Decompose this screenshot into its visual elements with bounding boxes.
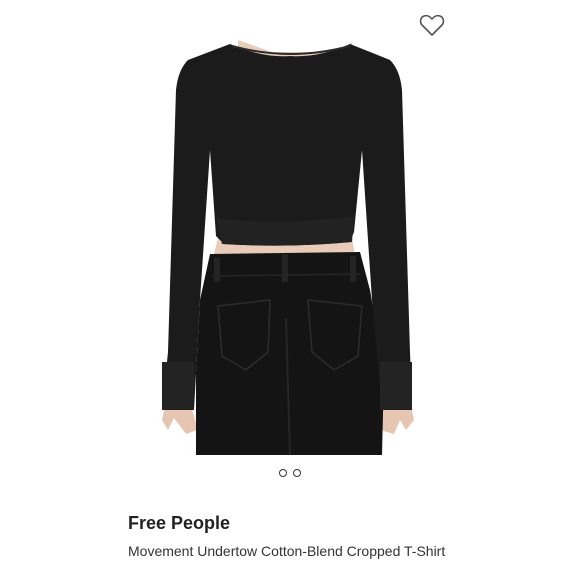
image-pager [0,469,580,479]
heart-outline-icon [419,14,445,36]
product-info: Free People Movement Undertow Cotton-Ble… [128,512,458,561]
product-brand[interactable]: Free People [128,512,458,534]
favorite-button[interactable] [418,12,446,38]
product-photo [0,0,580,455]
pager-dot-2[interactable] [293,469,301,477]
product-name: Movement Undertow Cotton-Blend Cropped T… [128,543,446,559]
product-detail-screen: Free People Movement Undertow Cotton-Ble… [0,0,580,580]
pager-dot-1[interactable] [279,469,287,477]
product-image[interactable] [0,0,580,455]
